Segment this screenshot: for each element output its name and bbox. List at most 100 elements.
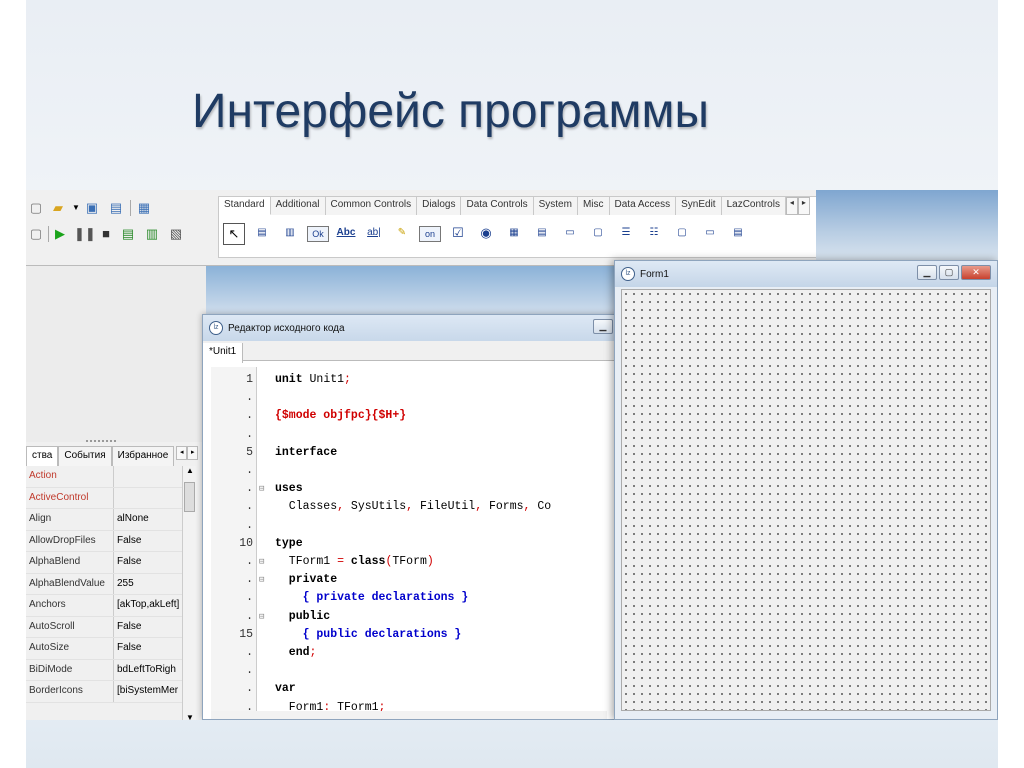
frame-icon[interactable]: ▭	[699, 223, 721, 245]
scrollbar-icon[interactable]: ▭	[559, 223, 581, 245]
checkgroup-icon[interactable]: ☷	[643, 223, 665, 245]
tab-favorites[interactable]: Избранное	[111, 446, 175, 466]
form-design-grid[interactable]	[621, 289, 991, 711]
minimize-icon[interactable]: ▁	[593, 319, 613, 334]
property-row[interactable]: Action	[26, 466, 196, 488]
code-line[interactable]: 5 interface	[211, 444, 607, 462]
code-line[interactable]: .	[211, 389, 607, 407]
scroll-right-icon[interactable]: ▸	[187, 446, 199, 460]
maximize-icon[interactable]: ▢	[939, 265, 959, 280]
code-line[interactable]: . ⊟ private	[211, 571, 607, 589]
code-line[interactable]: . ⊟ public	[211, 608, 607, 626]
scroll-left-icon[interactable]: ◂	[176, 446, 188, 460]
property-row[interactable]: AlphaBlendValue 255	[26, 573, 196, 595]
property-row[interactable]: BorderIcons [biSystemMer	[26, 681, 196, 703]
property-row[interactable]: AlphaBlend False	[26, 552, 196, 574]
save-icon[interactable]: ▣	[84, 200, 100, 216]
tab-unit1[interactable]: *Unit1	[203, 343, 244, 363]
fold-toggle-icon[interactable]: ⊟	[259, 571, 269, 589]
property-row[interactable]: ActiveControl	[26, 487, 196, 509]
editor-horizontal-scrollbar[interactable]	[211, 711, 607, 719]
scroll-thumb[interactable]	[184, 482, 195, 512]
step-over-icon[interactable]: ▥	[144, 226, 160, 242]
close-icon[interactable]: ✕	[961, 265, 991, 280]
select-pointer-icon[interactable]: ↖	[223, 223, 245, 245]
tab-lazcontrols[interactable]: LazControls	[721, 197, 786, 215]
code-line[interactable]: 15 { public declarations }	[211, 626, 607, 644]
fold-toggle-icon[interactable]: ⊟	[259, 480, 269, 498]
code-text: var	[275, 680, 296, 698]
new-icon[interactable]: ▢	[28, 200, 44, 216]
step-out-icon[interactable]: ▧	[168, 226, 184, 242]
tab-misc[interactable]: Misc	[577, 197, 610, 215]
tab-synedit[interactable]: SynEdit	[676, 197, 722, 215]
scroll-up-icon[interactable]: ▲	[183, 466, 197, 475]
code-line[interactable]: .	[211, 462, 607, 480]
memo-icon[interactable]: ✎	[391, 223, 413, 245]
code-line[interactable]: . ⊟ uses	[211, 480, 607, 498]
open-icon[interactable]: ▰	[50, 200, 66, 216]
combobox-icon[interactable]: ▤	[531, 223, 553, 245]
stop-icon[interactable]: ■	[98, 226, 114, 242]
listbox-icon[interactable]: ▦	[503, 223, 525, 245]
tab-additional[interactable]: Additional	[270, 197, 326, 215]
radiogroup-icon[interactable]: ☰	[615, 223, 637, 245]
code-line[interactable]: . ⊟ TForm1 = class(TForm)	[211, 553, 607, 571]
property-scrollbar[interactable]: ▲ ▼	[182, 466, 196, 720]
code-line[interactable]: . Classes, SysUtils, FileUtil, Forms, Co	[211, 498, 607, 516]
toggle-box-component[interactable]: on	[419, 226, 441, 242]
tab-properties[interactable]: ства	[26, 446, 59, 466]
label-component[interactable]: Abc	[335, 223, 357, 245]
dropdown-arrow-icon[interactable]: ▼	[68, 200, 84, 216]
actionlist-icon[interactable]: ▤	[727, 223, 749, 245]
tab-data-access[interactable]: Data Access	[609, 197, 677, 215]
tab-dialogs[interactable]: Dialogs	[417, 197, 462, 215]
step-into-icon[interactable]: ▤	[120, 226, 136, 242]
tab-common-controls[interactable]: Common Controls	[325, 197, 418, 215]
edit-component[interactable]: ab|	[363, 223, 385, 245]
form-titlebar[interactable]: lz Form1 ▁ ▢ ✕	[615, 261, 997, 287]
tab-data-controls[interactable]: Data Controls	[461, 197, 534, 215]
code-line[interactable]: . { private declarations }	[211, 589, 607, 607]
minimize-icon[interactable]: ▁	[917, 265, 937, 280]
code-line[interactable]: . {$mode objfpc}{$H+}	[211, 407, 607, 425]
code-area[interactable]: 1 unit Unit1;.. {$mode objfpc}{$H+}. 5 inter…	[211, 367, 607, 715]
splitter-grip[interactable]	[86, 440, 116, 443]
popup-menu-icon[interactable]: ▥	[279, 223, 301, 245]
code-line[interactable]: 1 unit Unit1;	[211, 371, 607, 389]
property-row[interactable]: AutoScroll False	[26, 616, 196, 638]
code-line[interactable]: .	[211, 662, 607, 680]
save-all-icon[interactable]: ▤	[108, 200, 124, 216]
code-line[interactable]: .	[211, 517, 607, 535]
tab-standard[interactable]: Standard	[219, 197, 271, 215]
fold-toggle-icon[interactable]: ⊟	[259, 608, 269, 626]
button-component[interactable]: Ok	[307, 226, 329, 242]
code-line[interactable]: 10 type	[211, 535, 607, 553]
scroll-right-icon[interactable]: ▸	[797, 197, 810, 215]
code-line[interactable]: . var	[211, 680, 607, 698]
scroll-left-icon[interactable]: ◂	[785, 197, 798, 215]
code-line[interactable]: . end;	[211, 644, 607, 662]
run-icon[interactable]: ▶	[52, 226, 68, 242]
main-menu-icon[interactable]: ▤	[251, 223, 273, 245]
project-icon[interactable]: ▦	[136, 200, 152, 216]
tab-events[interactable]: События	[58, 446, 112, 466]
code-token: FileUtil	[413, 500, 476, 514]
editor-titlebar[interactable]: lz Редактор исходного кода ▁ ▢	[203, 315, 641, 341]
radio-button-icon[interactable]: ◉	[475, 223, 497, 245]
property-row[interactable]: AllowDropFiles False	[26, 530, 196, 552]
scroll-down-icon[interactable]: ▼	[183, 713, 197, 720]
property-row[interactable]: BiDiMode bdLeftToRigh	[26, 659, 196, 681]
code-line[interactable]: .	[211, 426, 607, 444]
checkbox-icon[interactable]: ☑	[447, 223, 469, 245]
fold-toggle-icon[interactable]: ⊟	[259, 553, 269, 571]
view-units-icon[interactable]: ▢	[28, 226, 44, 242]
tab-system[interactable]: System	[533, 197, 578, 215]
property-row[interactable]: Anchors [akTop,akLeft]	[26, 595, 196, 617]
form-designer-window: lz Form1 ▁ ▢ ✕	[614, 260, 998, 720]
property-row[interactable]: AutoSize False	[26, 638, 196, 660]
panel-icon[interactable]: ▢	[671, 223, 693, 245]
groupbox-icon[interactable]: ▢	[587, 223, 609, 245]
pause-icon[interactable]: ❚❚	[74, 226, 96, 242]
property-row[interactable]: Align alNone	[26, 509, 196, 531]
